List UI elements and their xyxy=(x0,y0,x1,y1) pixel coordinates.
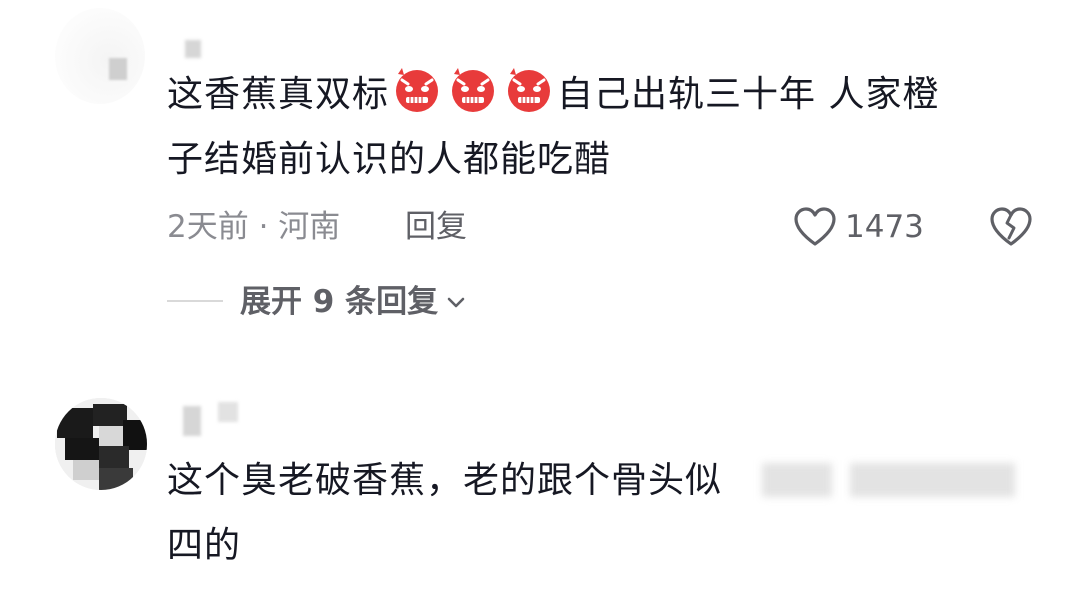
avatar-mosaic xyxy=(109,58,127,80)
redacted-text xyxy=(762,463,832,497)
username-mosaic xyxy=(183,406,201,436)
comment-text-line: 子结婚前认识的人都能吃醋 xyxy=(167,139,612,180)
angry-face-emoji xyxy=(448,64,498,114)
angry-face-emoji xyxy=(504,64,554,114)
broken-heart-icon xyxy=(990,207,1032,246)
comment-text-line: 这香蕉真双标 自己出轨三十年 人家橙 xyxy=(167,64,939,126)
redacted-text xyxy=(850,463,1015,497)
chevron-down-icon xyxy=(447,297,465,308)
angry-face-emoji xyxy=(392,64,442,114)
avatar[interactable] xyxy=(55,398,147,490)
comment-text-line: 这个臭老破香蕉，老的跟个骨头似 xyxy=(167,460,723,501)
comment-text-part: 这香蕉真双标 xyxy=(167,74,390,115)
divider xyxy=(167,300,223,302)
heart-icon xyxy=(794,207,836,246)
username-mosaic xyxy=(185,40,201,58)
like-count: 1473 xyxy=(845,209,924,245)
like-button[interactable]: 1473 xyxy=(793,202,924,252)
comment-time-location: 2天前 · 河南 xyxy=(167,209,341,245)
comment-text-part: 自己出轨三十年 人家橙 xyxy=(557,74,940,115)
reply-button[interactable]: 回复 xyxy=(405,205,467,249)
expand-replies-label: 展开 9 条回复 xyxy=(240,284,439,320)
dislike-button[interactable] xyxy=(988,204,1034,250)
avatar[interactable] xyxy=(55,8,145,104)
expand-replies-button[interactable]: 展开 9 条回复 xyxy=(240,280,468,324)
comment-text-line: 四的 xyxy=(167,525,242,566)
